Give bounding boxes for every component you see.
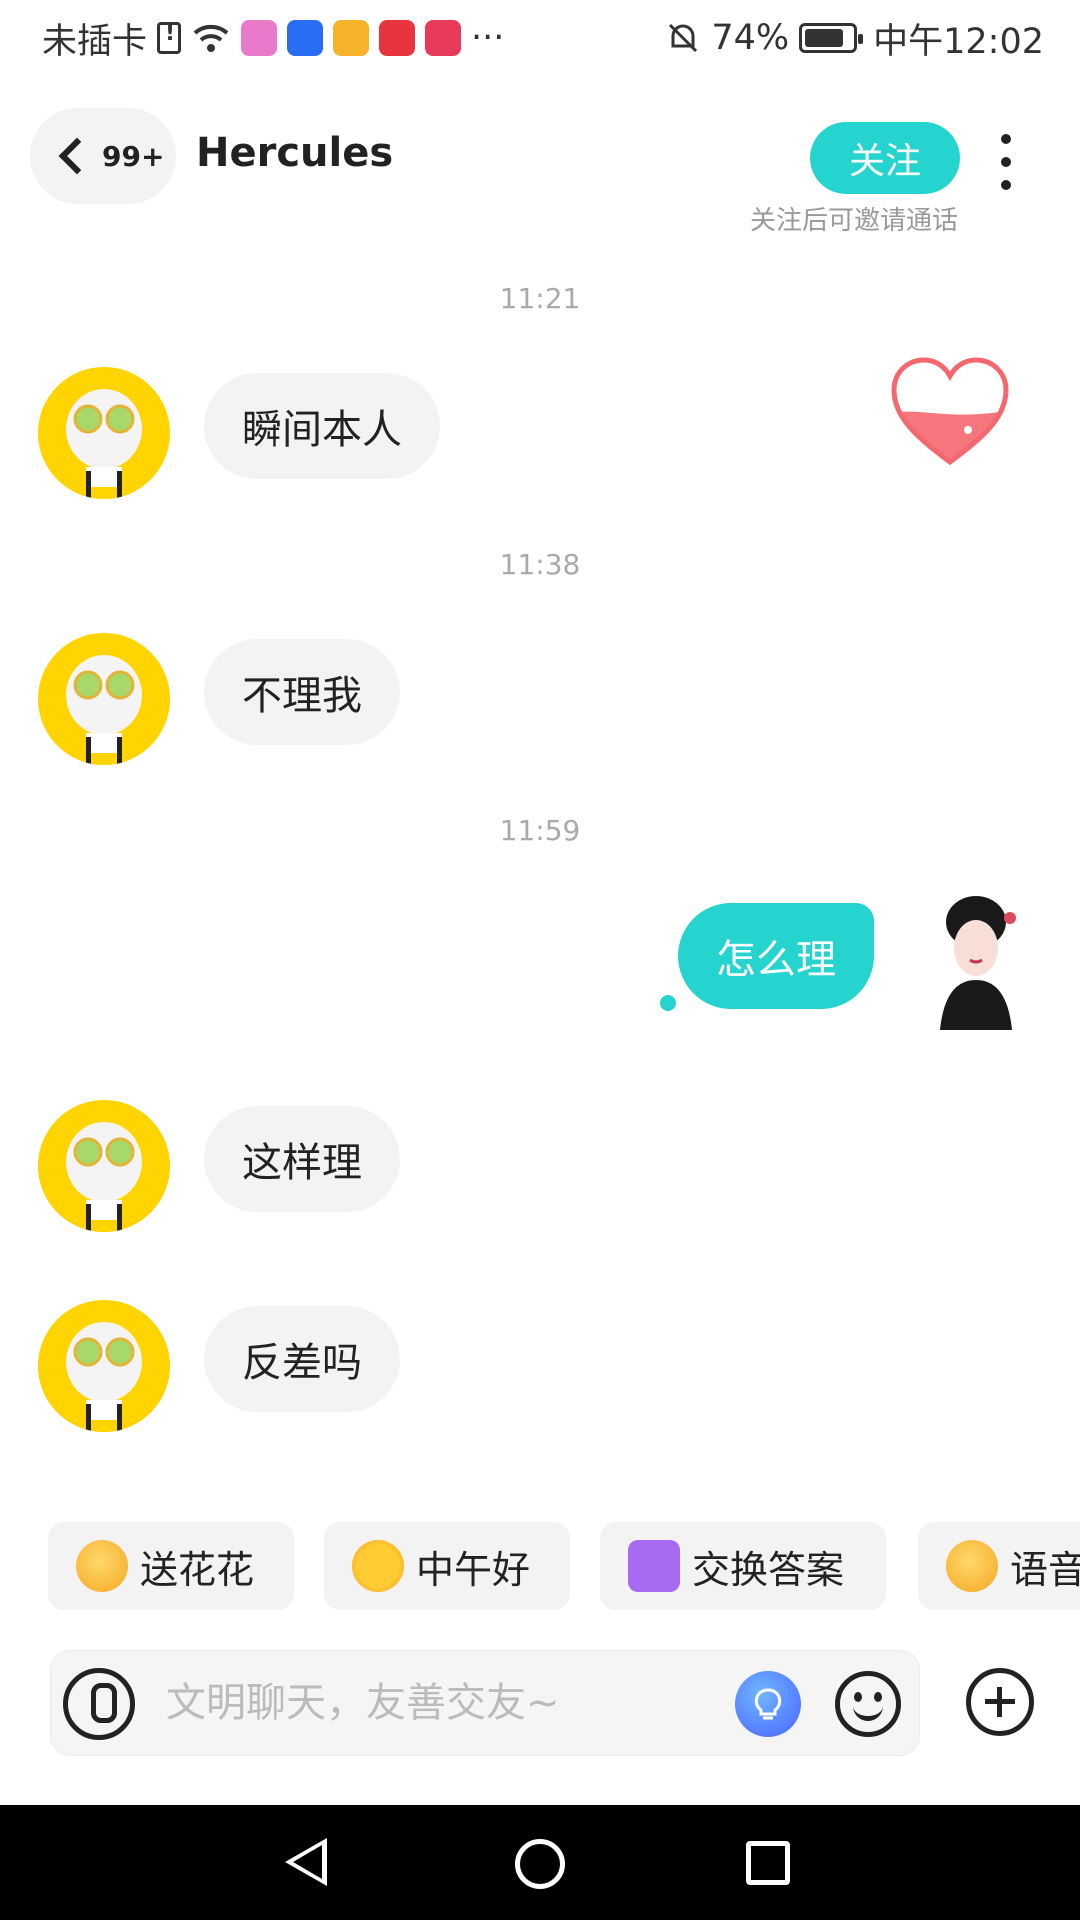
quick-reply-label: 中午好 [416,1547,531,1592]
ai-assistant-icon[interactable] [735,1671,801,1737]
sent-status-dot [660,995,676,1011]
blue-app-icon [287,20,324,56]
follow-hint: 关注后可邀请通话 [750,206,959,236]
nav-home-icon[interactable] [515,1839,565,1889]
flower-emoji-icon [76,1540,128,1592]
quick-reply-chip[interactable]: 中午好 [324,1522,570,1610]
quick-reply-chip[interactable]: 交换答案 [600,1522,886,1610]
video-app-icon [333,20,370,56]
more-actions-plus-icon[interactable] [966,1668,1034,1736]
quick-reply-label: 交换答案 [692,1547,845,1592]
unread-count: 99+ [102,139,165,173]
avatar-illustration [38,1300,170,1432]
nav-recents-icon[interactable] [746,1841,790,1885]
avatar-illustration [940,896,1016,1030]
back-button[interactable]: 99+ [30,108,176,204]
system-nav-bar [0,1805,1080,1920]
voice-emoji-icon [946,1540,998,1592]
quick-reply-chip[interactable]: 语音 [918,1522,1080,1610]
avatar-illustration [38,633,170,765]
avatar-illustration [38,367,170,499]
emoji-picker-icon[interactable] [835,1671,901,1737]
follow-button[interactable]: 关注 [810,122,960,194]
message-timestamp: 11:38 [499,548,581,581]
clock-time: 中午12:02 [873,21,1044,62]
wifi-icon [193,24,229,52]
quick-reply-chip[interactable]: 送花花 [48,1522,294,1610]
incoming-message-bubble[interactable]: 不理我 [204,639,400,745]
no-sim-icon [157,21,182,54]
status-bar: 未插卡 ··· 74% 中午12:02 [0,0,1080,76]
quick-reply-label: 语音 [1010,1547,1080,1592]
status-left: 未插卡 ··· [42,13,504,64]
nav-back-icon[interactable] [285,1838,327,1886]
my-avatar[interactable] [910,890,1042,1030]
incoming-message-bubble[interactable]: 瞬间本人 [204,373,440,479]
message-input-bar [50,1650,920,1756]
carrier-text: 未插卡 [42,21,148,62]
more-options-icon[interactable] [996,134,1016,190]
quick-reply-bar[interactable]: 送花花 中午好 交换答案 语音 [0,1522,1080,1614]
quick-reply-label: 送花花 [140,1547,255,1592]
avatar-illustration [38,1100,170,1232]
chat-title: Hercules [196,130,394,176]
incoming-message-bubble[interactable]: 反差吗 [204,1306,400,1412]
contact-avatar[interactable] [38,1300,170,1432]
contact-avatar[interactable] [38,1100,170,1232]
game-app-icon [241,20,278,56]
back-arrow-icon [58,137,96,175]
chat-header: 99+ Hercules 关注 关注后可邀请通话 [0,100,1080,236]
outgoing-message-bubble[interactable]: 怎么理 [678,903,874,1009]
contact-avatar[interactable] [38,633,170,765]
huawei-app-icon [379,20,416,56]
ai-bulb-glyph [754,1688,782,1720]
incoming-message-bubble[interactable]: 这样理 [204,1106,400,1212]
voice-input-icon[interactable] [63,1668,135,1740]
message-input[interactable] [166,1675,726,1731]
contact-avatar[interactable] [38,367,170,499]
mute-bell-icon [669,23,698,53]
sun-sunglasses-icon [352,1540,404,1592]
exchange-icon [628,1540,680,1592]
more-notifications: ··· [471,18,505,58]
status-right: 74% 中午12:02 [665,13,1044,64]
message-timestamp: 11:21 [499,282,581,315]
message-timestamp: 11:59 [499,814,581,847]
heart-meter-icon[interactable] [888,356,1012,468]
battery-percent: 74% [711,18,790,58]
red-play-app-icon [425,20,462,56]
battery-icon [799,23,864,53]
